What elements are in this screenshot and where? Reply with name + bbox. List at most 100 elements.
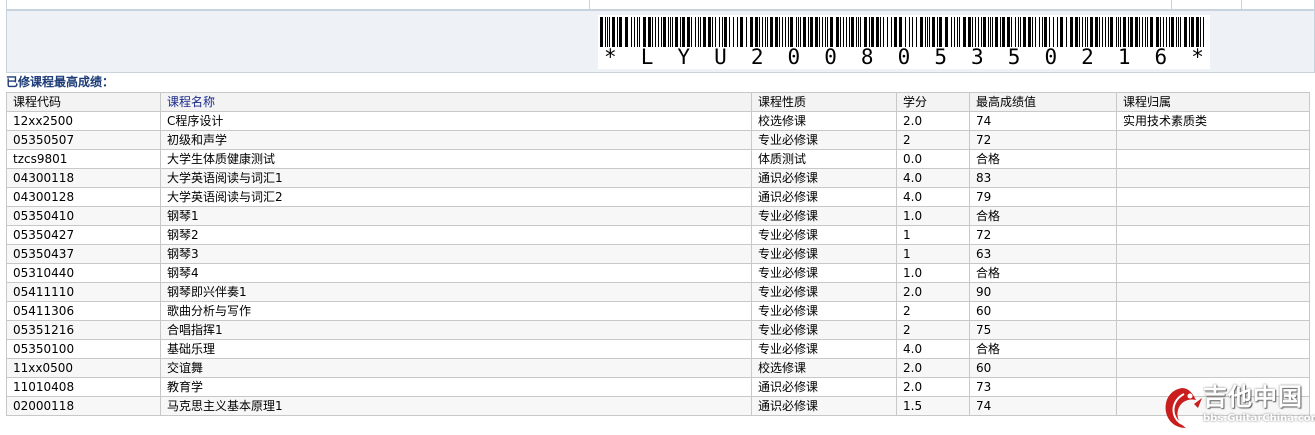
cell-course-name: 钢琴1: [160, 206, 752, 226]
barcode-char: 6: [1154, 45, 1168, 69]
cell-course-code: 11010408: [6, 377, 161, 397]
table-row: 05411306 歌曲分析与写作 专业必修课 2 60: [6, 301, 1310, 321]
table-header-row: 课程代码 课程名称 课程性质 学分 最高成绩值 课程归属: [6, 92, 1310, 112]
barcode-char: 8: [860, 45, 874, 69]
cell-best-score: 合格: [969, 339, 1117, 359]
cell-course-name: 歌曲分析与写作: [160, 301, 752, 321]
divider: [1241, 0, 1242, 10]
watermark-main-text: 吉他中国: [1203, 383, 1303, 411]
cell-course-code: 11xx0500: [6, 358, 161, 378]
divider: [589, 0, 590, 10]
barcode-char: *: [1191, 45, 1204, 69]
barcode-char: *: [604, 45, 617, 69]
cell-credits: 2: [896, 130, 970, 150]
cell-course-type: 专业必修课: [751, 130, 897, 150]
cell-course-name: 大学英语阅读与词汇2: [160, 187, 752, 207]
cell-course-category: [1116, 358, 1310, 378]
barcode-char: 2: [750, 45, 764, 69]
cell-course-name: 钢琴2: [160, 225, 752, 245]
cell-credits: 4.0: [896, 168, 970, 188]
cell-course-code: 05351216: [6, 320, 161, 340]
cell-credits: 1.0: [896, 263, 970, 283]
cell-course-name: 基础乐理: [160, 339, 752, 359]
guitar-dragon-logo-icon: [1165, 388, 1202, 428]
section-title: 已修课程最高成绩：: [6, 75, 115, 89]
cell-course-category: [1116, 187, 1310, 207]
cell-course-type: 专业必修课: [751, 339, 897, 359]
cell-course-name: 钢琴3: [160, 244, 752, 264]
watermark-sub-text: bbs.GuitarChina.com: [1203, 413, 1315, 424]
cell-course-name: C程序设计: [160, 111, 752, 131]
cell-course-type: 体质测试: [751, 149, 897, 169]
cell-course-type: 专业必修课: [751, 301, 897, 321]
cell-course-type: 专业必修课: [751, 206, 897, 226]
cell-best-score: 合格: [969, 263, 1117, 283]
watermark: 吉他中国 bbs.GuitarChina.com: [1160, 382, 1315, 432]
cell-course-category: [1116, 320, 1310, 340]
cell-course-type: 校选修课: [751, 358, 897, 378]
cell-best-score: 72: [969, 130, 1117, 150]
cell-course-category: [1116, 282, 1310, 302]
cell-course-category: [1116, 339, 1310, 359]
header-course-code[interactable]: 课程代码: [6, 92, 161, 112]
table-row: 05310440 钢琴4 专业必修课 1.0 合格: [6, 263, 1310, 283]
cell-best-score: 合格: [969, 149, 1117, 169]
header-course-type[interactable]: 课程性质: [751, 92, 897, 112]
cell-course-name: 教育学: [160, 377, 752, 397]
header-course-name[interactable]: 课程名称: [160, 92, 752, 112]
cell-course-category: [1116, 263, 1310, 283]
header-best-score[interactable]: 最高成绩值: [969, 92, 1117, 112]
table-row: 05411110 钢琴即兴伴奏1 专业必修课 2.0 90: [6, 282, 1310, 302]
cell-credits: 1: [896, 225, 970, 245]
cell-best-score: 79: [969, 187, 1117, 207]
cell-credits: 0.0: [896, 149, 970, 169]
cell-course-type: 通识必修课: [751, 187, 897, 207]
barcode-text: * L Y U 2 0 0 8 0 5 3 5 0 2 1 6 *: [598, 46, 1210, 68]
barcode-char: 2: [1081, 45, 1094, 69]
cell-course-code: tzcs9801: [6, 149, 161, 169]
cell-credits: 4.0: [896, 339, 970, 359]
table-row: 05351216 合唱指挥1 专业必修课 2 75: [6, 320, 1310, 340]
cell-course-type: 通识必修课: [751, 168, 897, 188]
barcode-char: Y: [677, 45, 691, 69]
cell-course-code: 05350100: [6, 339, 161, 359]
cell-credits: 2: [896, 320, 970, 340]
cell-course-code: 05350507: [6, 130, 161, 150]
cell-best-score: 73: [969, 377, 1117, 397]
cell-credits: 2: [896, 301, 970, 321]
cell-best-score: 74: [969, 111, 1117, 131]
cell-best-score: 83: [969, 168, 1117, 188]
barcode-char: 0: [787, 45, 801, 69]
cell-credits: 1.5: [896, 396, 970, 416]
header-credits[interactable]: 学分: [896, 92, 970, 112]
cell-credits: 2.0: [896, 377, 970, 397]
cell-course-code: 05411110: [6, 282, 161, 302]
cell-best-score: 90: [969, 282, 1117, 302]
cell-course-type: 通识必修课: [751, 396, 897, 416]
table-row: 12xx2500 C程序设计 校选修课 2.0 74 实用技术素质类: [6, 111, 1310, 131]
barcode-char: 0: [1044, 45, 1058, 69]
header-course-category[interactable]: 课程归属: [1116, 92, 1310, 112]
table-row: 05350427 钢琴2 专业必修课 1 72: [6, 225, 1310, 245]
table-row: 05350410 钢琴1 专业必修课 1.0 合格: [6, 206, 1310, 226]
cell-best-score: 63: [969, 244, 1117, 264]
cell-course-category: [1116, 301, 1310, 321]
cell-course-category: [1116, 225, 1310, 245]
cell-course-name: 交谊舞: [160, 358, 752, 378]
cell-course-name: 马克思主义基本原理1: [160, 396, 752, 416]
cell-course-code: 05411306: [6, 301, 161, 321]
cell-course-category: 实用技术素质类: [1116, 111, 1310, 131]
cell-course-type: 专业必修课: [751, 282, 897, 302]
cell-best-score: 75: [969, 320, 1117, 340]
barcode-char: 5: [934, 45, 947, 69]
cell-credits: 2.0: [896, 282, 970, 302]
cell-course-name: 钢琴即兴伴奏1: [160, 282, 752, 302]
table-row: 02000118 马克思主义基本原理1 通识必修课 1.5 74: [6, 396, 1310, 416]
cell-course-type: 校选修课: [751, 111, 897, 131]
cell-best-score: 60: [969, 301, 1117, 321]
cell-best-score: 60: [969, 358, 1117, 378]
cell-course-category: [1116, 206, 1310, 226]
cell-course-category: [1116, 130, 1310, 150]
barcode: * L Y U 2 0 0 8 0 5 3 5 0 2 1 6 *: [598, 15, 1210, 69]
cell-course-name: 大学生体质健康测试: [160, 149, 752, 169]
